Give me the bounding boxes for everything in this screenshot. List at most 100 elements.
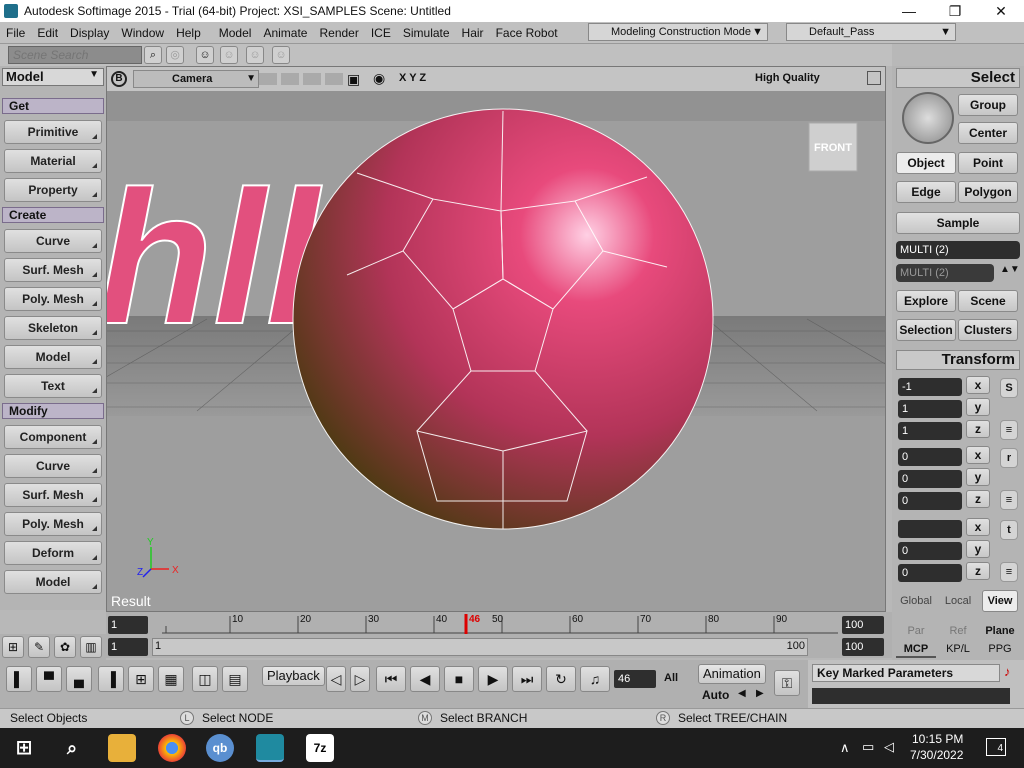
rotate-x-field[interactable]: 0 [898,448,962,466]
btn-deform[interactable]: Deform [4,541,102,565]
translate-icon[interactable]: t [1000,520,1018,540]
play-backward-icon[interactable]: ◀ [410,666,440,692]
btn-create-model[interactable]: Model [4,345,102,369]
select-panel-title[interactable]: Select [896,68,1020,88]
menu-display[interactable]: Display [64,26,115,40]
menu-face-robot[interactable]: Face Robot [490,26,564,40]
scale-sliders-icon[interactable]: ≡ [1000,420,1018,440]
menu-ice[interactable]: ICE [365,26,397,40]
chrome-icon[interactable] [158,734,186,762]
timeline[interactable]: 1 1 10 20 30 40 46 50 60 70 80 90 1 100 … [106,612,892,658]
network-icon[interactable]: ▭ [862,739,874,755]
search-icon[interactable]: ⌕ [58,734,86,762]
camera-combo[interactable]: Camera ▼ [133,70,259,88]
btn-property[interactable]: Property [4,178,102,202]
translate-z-field[interactable]: 0 [898,564,962,582]
range-start-field[interactable]: 1 [108,638,148,656]
btn-component[interactable]: Component [4,425,102,449]
auto-key-button[interactable]: Auto [702,688,729,702]
translate-z-button[interactable]: z [966,562,990,580]
menu-window[interactable]: Window [115,26,170,40]
clock-date[interactable]: 7/30/2022 [910,748,963,762]
paint-tool-icon[interactable]: ☺ [246,46,264,64]
btn-edge[interactable]: Edge [896,181,956,203]
translate-y-field[interactable]: 0 [898,542,962,560]
btn-create-poly-mesh[interactable]: Poly. Mesh [4,287,102,311]
timeline-ruler[interactable]: 10 20 30 40 46 50 60 70 80 90 [162,614,838,634]
btn-point[interactable]: Point [958,152,1018,174]
tab-global[interactable]: Global [896,592,936,610]
selection-field[interactable]: MULTI (2) [896,241,1020,259]
goto-start-icon[interactable]: ⏮ [376,666,406,692]
section-get[interactable]: Get [2,98,104,114]
tab-ppg[interactable]: PPG [982,640,1018,658]
volume-icon[interactable]: ◁ [884,739,894,755]
current-frame-field[interactable]: 46 [614,670,656,688]
translate-sliders-icon[interactable]: ≡ [1000,562,1018,582]
tab-ref[interactable]: Ref [938,622,978,640]
layout-custom-icon[interactable]: ▤ [222,666,248,692]
file-explorer-icon[interactable] [108,734,136,762]
btn-modify-surf-mesh[interactable]: Surf. Mesh [4,483,102,507]
next-key-icon[interactable]: ▷ [350,666,370,692]
all-toggle[interactable]: All [664,672,678,684]
rotate-z-button[interactable]: z [966,490,990,508]
marked-parameters-field[interactable] [812,688,1010,704]
scale-z-field[interactable]: 1 [898,422,962,440]
translate-x-button[interactable]: x [966,518,990,536]
btn-sample[interactable]: Sample [896,212,1020,234]
tab-par[interactable]: Par [896,622,936,640]
clock-time[interactable]: 10:15 PM [912,732,963,746]
btn-text[interactable]: Text [4,374,102,398]
btn-create-surf-mesh[interactable]: Surf. Mesh [4,258,102,282]
select-arrow-icon[interactable] [902,92,954,144]
clear-search-icon[interactable]: ◎ [166,46,184,64]
section-create[interactable]: Create [2,207,104,223]
btn-polygon[interactable]: Polygon [958,181,1018,203]
quickbooks-icon[interactable]: qb [206,734,234,762]
btn-modify-model[interactable]: Model [4,570,102,594]
eye-icon[interactable]: ◉ [373,70,385,87]
menu-help[interactable]: Help [170,26,207,40]
layout-grid-icon[interactable]: ▦ [158,666,184,692]
lasso-tool-icon[interactable]: ☺ [220,46,238,64]
btn-modify-curve[interactable]: Curve [4,454,102,478]
btn-scene[interactable]: Scene [958,290,1018,312]
transform-panel-title[interactable]: Transform [896,350,1020,370]
rotate-x-button[interactable]: x [966,446,990,464]
rotate-sliders-icon[interactable]: ≡ [1000,490,1018,510]
softimage-taskbar-icon[interactable] [256,734,284,762]
next-keyframe-icon[interactable]: ▶ [756,688,764,699]
btn-explore[interactable]: Explore [896,290,956,312]
rotate-y-button[interactable]: y [966,468,990,486]
goto-end-icon[interactable]: ⏭ [512,666,542,692]
pass-combo[interactable]: Default_Pass ▼ [786,23,956,41]
axes-label[interactable]: X Y Z [399,72,426,84]
range-end-field[interactable]: 100 [842,638,884,656]
7zip-icon[interactable]: 7z [306,734,334,762]
menu-animate[interactable]: Animate [257,26,313,40]
key-marker-icon[interactable]: ♪ [1004,664,1011,679]
menu-edit[interactable]: Edit [31,26,64,40]
model-toolbar-title[interactable]: Model ▼ [2,68,104,86]
mode-combo[interactable]: Modeling Construction Mode ▼ [588,23,768,41]
viewport-badge[interactable]: B [111,71,127,87]
quality-label[interactable]: High Quality [755,72,820,84]
audio-icon[interactable]: ♫ [580,666,610,692]
loop-icon[interactable]: ↻ [546,666,576,692]
scale-y-field[interactable]: 1 [898,400,962,418]
tab-local[interactable]: Local [938,592,978,610]
view-presets-strip[interactable] [259,73,347,85]
prev-keyframe-icon[interactable]: ◀ [738,688,746,699]
rotate-z-field[interactable]: 0 [898,492,962,510]
btn-material[interactable]: Material [4,149,102,173]
notification-icon[interactable]: 4 [986,738,1006,756]
btn-skeleton[interactable]: Skeleton [4,316,102,340]
layout-quad-icon[interactable]: ⊞ [128,666,154,692]
tab-plane[interactable]: Plane [982,622,1018,640]
brush-icon[interactable]: ✎ [28,636,50,658]
layout-left-icon[interactable]: ▌ [6,666,32,692]
btn-primitive[interactable]: Primitive [4,120,102,144]
tab-view[interactable]: View [982,590,1018,612]
rotate-icon[interactable]: r [1000,448,1018,468]
